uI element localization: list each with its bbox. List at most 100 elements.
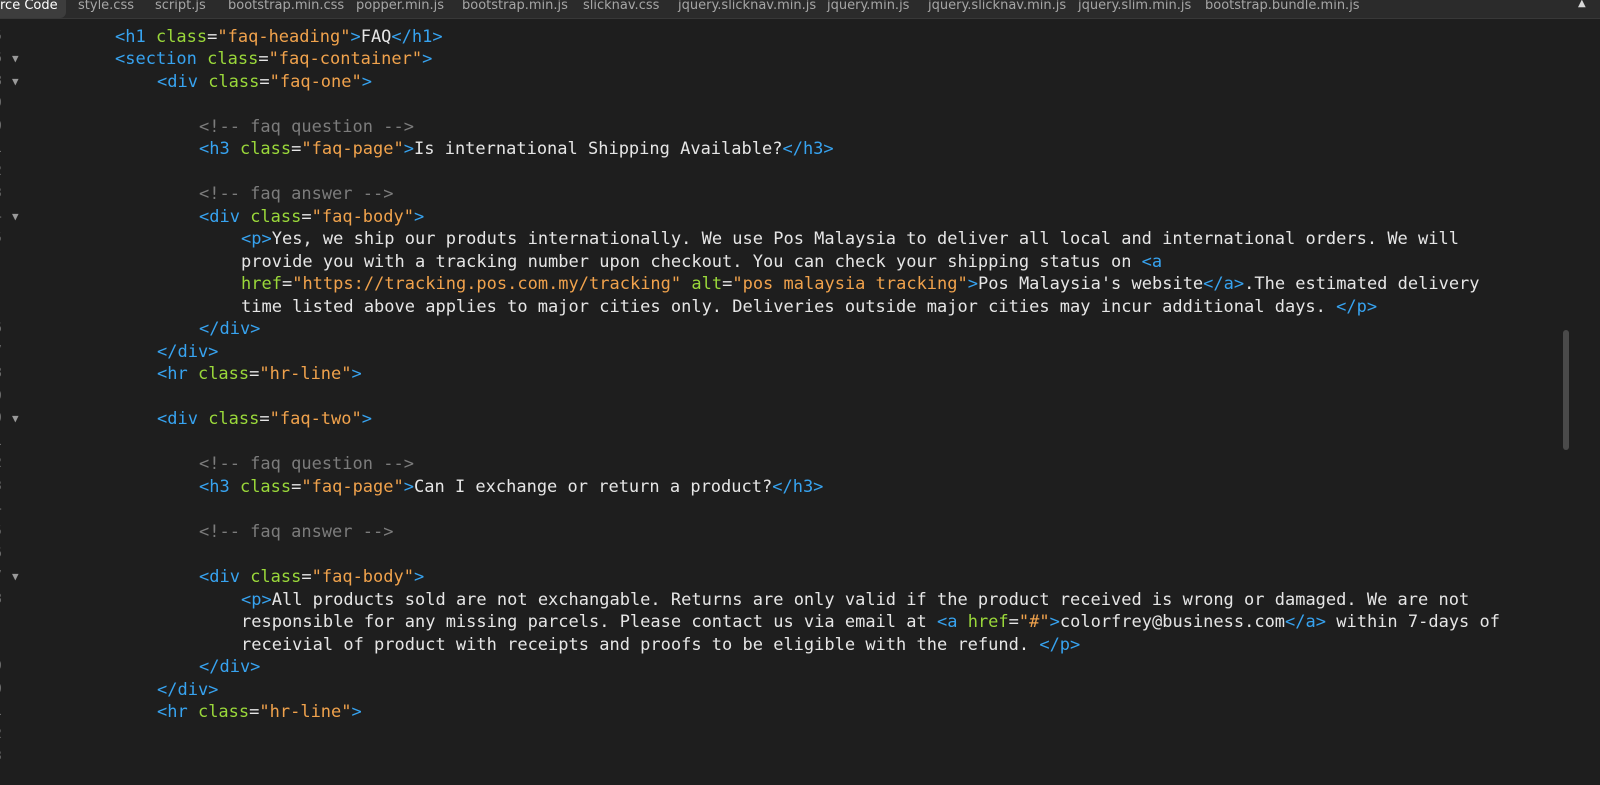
code-line: 7 ▼ <div class="faq-body"> [0, 566, 1580, 588]
code-line: 3 <h3 class="faq-page">Can I exchange or… [0, 476, 1580, 498]
code-text: </div> [199, 657, 261, 677]
code-text: <h3 class="faq-page">Is international Sh… [199, 139, 834, 159]
line-number: 7 [0, 566, 8, 588]
line-number: 8 [0, 589, 8, 611]
code-line: 2 <!-- faq question --> [0, 453, 1580, 475]
code-text: <section class="faq-container"> [115, 49, 433, 69]
code-text: </div> [157, 342, 219, 362]
line-number: 1 [0, 701, 8, 723]
line-number: 8 [0, 363, 8, 385]
code-line: 5 <h1 class="faq-heading">FAQ</h1> [0, 26, 1580, 48]
code-text: provide you with a tracking number upon … [241, 252, 1163, 272]
code-text: <h1 class="faq-heading">FAQ</h1> [115, 27, 443, 47]
code-editor[interactable]: 5 <h1 class="faq-heading">FAQ</h1> 6 ▼ <… [0, 26, 1580, 785]
line-number: 3 [0, 476, 8, 498]
code-text: <div class="faq-one"> [157, 72, 372, 92]
fold-arrow-icon[interactable]: ▼ [12, 566, 19, 588]
code-line: responsible for any missing parcels. Ple… [0, 611, 1580, 633]
tab-style-css[interactable]: style.css [78, 0, 134, 18]
tab-bootstrap-min-js[interactable]: bootstrap.min.js [462, 0, 568, 18]
fold-arrow-icon[interactable]: ▼ [12, 48, 19, 70]
code-line: 9 </div> [0, 656, 1580, 678]
code-line: 2 [0, 161, 1580, 183]
code-line: provide you with a tracking number upon … [0, 251, 1580, 273]
code-line: 2 [0, 724, 1580, 746]
vertical-scrollbar-thumb[interactable] [1563, 330, 1569, 450]
code-text: <hr class="hr-line"> [157, 702, 362, 722]
line-number: 4 [0, 498, 8, 520]
tab-bootstrap-bundle-min-js[interactable]: bootstrap.bundle.min.js [1205, 0, 1360, 18]
code-text: <hr class="hr-line"> [157, 364, 362, 384]
code-line: 9 [0, 386, 1580, 408]
code-text: <p>All products sold are not exchangable… [241, 590, 1470, 610]
code-line: 5 <p>Yes, we ship our produts internatio… [0, 228, 1580, 250]
line-number: 5 [0, 228, 8, 250]
code-text: <div class="faq-body"> [199, 567, 425, 587]
line-number: 9 [0, 656, 8, 678]
code-comment: <!-- faq question --> [199, 454, 414, 474]
file-tab-bar: rce Code style.css script.js bootstrap.m… [0, 0, 1600, 19]
line-number: 1 [0, 431, 8, 453]
code-line: 4 [0, 498, 1580, 520]
code-line: 6 </div> [0, 318, 1580, 340]
line-number: 6 [0, 48, 8, 70]
tab-source-code[interactable]: rce Code [0, 0, 66, 18]
code-comment: <!-- faq question --> [199, 117, 414, 137]
code-text: <h3 class="faq-page">Can I exchange or r… [199, 477, 824, 497]
code-line: 8 <p>All products sold are not exchangab… [0, 589, 1580, 611]
line-number: 5 [0, 26, 8, 48]
tab-slicknav-css[interactable]: slicknav.css [583, 0, 659, 18]
fold-arrow-icon[interactable]: ▼ [12, 206, 19, 228]
fold-arrow-icon[interactable]: ▼ [12, 71, 19, 93]
code-line: 0 ▼ <div class="faq-two"> [0, 408, 1580, 430]
code-text: href="https://tracking.pos.com.my/tracki… [241, 274, 1480, 294]
tab-jquery-slicknav-min-js-2[interactable]: jquery.slicknav.min.js [928, 0, 1066, 18]
code-line: 0 <!-- faq question --> [0, 116, 1580, 138]
tab-jquery-slim-min-js[interactable]: jquery.slim.min.js [1078, 0, 1191, 18]
code-line: 8 <hr class="hr-line"> [0, 363, 1580, 385]
code-comment: <!-- faq answer --> [199, 184, 394, 204]
line-number: 3 [0, 746, 8, 768]
tab-popper-min-js[interactable]: popper.min.js [356, 0, 444, 18]
code-text: receivial of product with receipts and p… [241, 635, 1081, 655]
tab-scroll-arrow-icon[interactable]: ▲ [1578, 0, 1590, 9]
code-comment: <!-- faq answer --> [199, 522, 394, 542]
line-number: 0 [0, 408, 8, 430]
fold-arrow-icon[interactable]: ▼ [12, 408, 19, 430]
tab-bootstrap-min-css[interactable]: bootstrap.min.css [228, 0, 344, 18]
code-line: 7 </div> [0, 341, 1580, 363]
source-code-viewer: rce Code style.css script.js bootstrap.m… [0, 0, 1600, 785]
tab-script-js[interactable]: script.js [155, 0, 206, 18]
code-text: responsible for any missing parcels. Ple… [241, 612, 1500, 632]
line-number: 2 [0, 161, 8, 183]
code-line: 4 ▼ <div class="faq-body"> [0, 206, 1580, 228]
line-number: 2 [0, 724, 8, 746]
code-line: 8 ▼ <div class="faq-one"> [0, 71, 1580, 93]
line-number: 8 [0, 71, 8, 93]
line-number: 2 [0, 453, 8, 475]
code-line: 1 <hr class="hr-line"> [0, 701, 1580, 723]
code-text: <div class="faq-two"> [157, 409, 372, 429]
code-text: </div> [157, 680, 219, 700]
code-text: </div> [199, 319, 261, 339]
line-number: 1 [0, 138, 8, 160]
code-text: <div class="faq-body"> [199, 207, 425, 227]
code-line: time listed above applies to major citie… [0, 296, 1580, 318]
line-number: 7 [0, 341, 8, 363]
line-number: 0 [0, 116, 8, 138]
code-line: 3 <!-- faq answer --> [0, 183, 1580, 205]
tab-jquery-min-js[interactable]: jquery.min.js [827, 0, 909, 18]
code-line: 6 ▼ <section class="faq-container"> [0, 48, 1580, 70]
code-line: 3 [0, 746, 1580, 768]
tab-jquery-slicknav-min-js[interactable]: jquery.slicknav.min.js [678, 0, 816, 18]
code-line: href="https://tracking.pos.com.my/tracki… [0, 273, 1580, 295]
code-line: 1 [0, 431, 1580, 453]
code-text: time listed above applies to major citie… [241, 297, 1378, 317]
line-number: 6 [0, 543, 8, 565]
code-line: 5 <!-- faq answer --> [0, 521, 1580, 543]
line-number: 4 [0, 206, 8, 228]
code-line: 0 </div> [0, 679, 1580, 701]
code-line: receivial of product with receipts and p… [0, 634, 1580, 656]
code-text: <p>Yes, we ship our produts internationa… [241, 229, 1459, 249]
line-number: 0 [0, 679, 8, 701]
